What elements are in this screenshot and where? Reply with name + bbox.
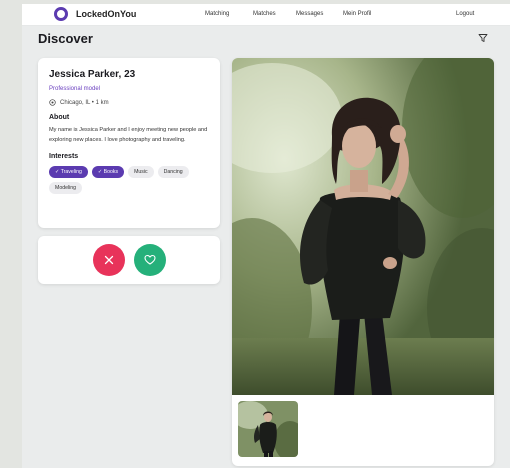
heart-icon — [144, 254, 156, 265]
filter-icon[interactable] — [478, 33, 488, 43]
nav-link-matching[interactable]: Matching — [205, 11, 229, 17]
location-pin-icon — [49, 99, 56, 106]
interest-chips: ✓ Traveling ✓ Books Music Dancing Modeli… — [49, 166, 211, 194]
interest-chip-books[interactable]: ✓ Books — [91, 166, 125, 178]
profile-card: Jessica Parker, 23 Professional model Ch… — [38, 58, 220, 228]
like-button[interactable] — [134, 244, 166, 276]
nav-link-matches[interactable]: Matches — [253, 11, 276, 17]
profile-location: Chicago, IL • 1 km — [49, 99, 209, 106]
brand-name: LockedOnYou — [76, 9, 137, 19]
interest-chip-dancing[interactable]: Dancing — [157, 166, 189, 178]
brand[interactable]: LockedOnYou — [54, 7, 136, 21]
brand-logo-icon — [54, 7, 68, 21]
interest-chip-music[interactable]: Music — [128, 166, 154, 178]
location-text: Chicago, IL • 1 km — [60, 99, 109, 106]
about-heading: About — [49, 114, 70, 121]
page-title: Discover — [38, 31, 93, 46]
interest-chip-traveling[interactable]: ✓ Traveling — [49, 166, 88, 178]
photo-card — [232, 58, 494, 466]
action-card — [38, 236, 220, 284]
interest-chip-modeling[interactable]: Modeling — [49, 182, 83, 194]
interests-heading: Interests — [49, 153, 79, 160]
close-icon — [104, 255, 114, 265]
main-profile-photo — [232, 58, 494, 395]
logout-link[interactable]: Logout — [456, 11, 474, 17]
nav-link-my-profile[interactable]: Mein Profil — [343, 11, 371, 17]
about-text: My name is Jessica Parker and I enjoy me… — [49, 127, 208, 143]
profile-name: Jessica Parker, 23 — [49, 69, 136, 80]
nav-link-messages[interactable]: Messages — [296, 11, 323, 17]
app-window: LockedOnYou Matching Matches Messages Me… — [22, 4, 510, 468]
profile-occupation: Professional model — [49, 86, 101, 92]
reject-button[interactable] — [93, 244, 125, 276]
top-navbar: LockedOnYou Matching Matches Messages Me… — [22, 4, 510, 26]
photo-thumbnail[interactable] — [238, 401, 298, 457]
